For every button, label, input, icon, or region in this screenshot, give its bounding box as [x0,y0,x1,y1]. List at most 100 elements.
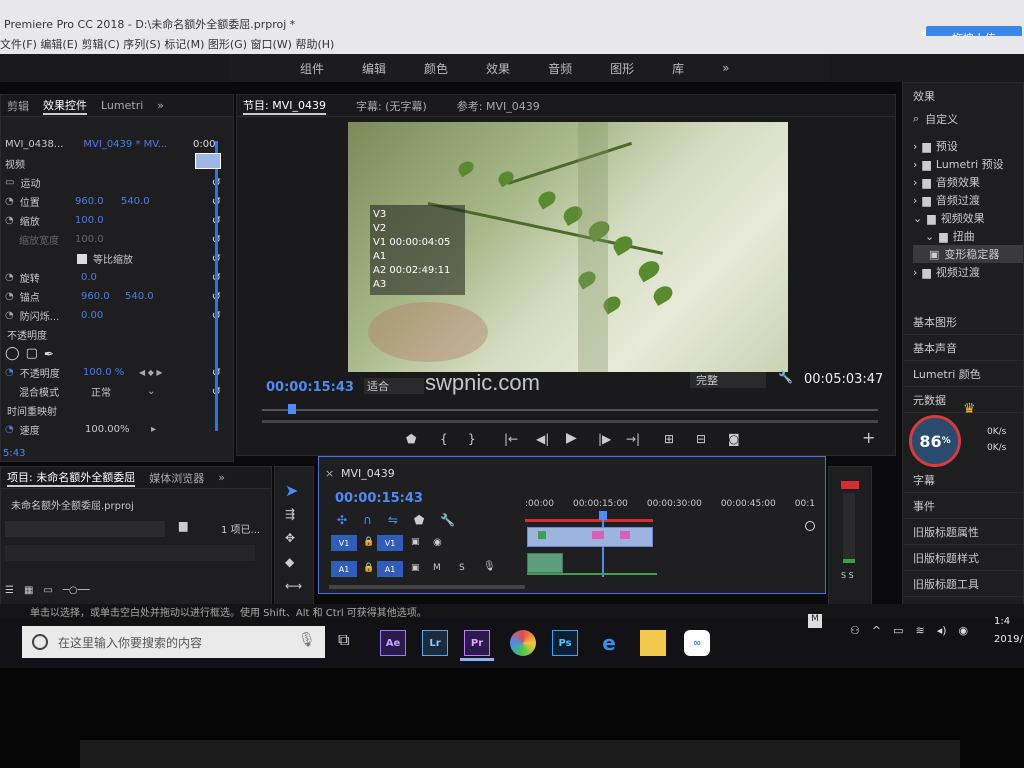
tree-item-lumetri-presets[interactable]: › ▆ Lumetri 预设 [913,155,1023,173]
ripple-edit-tool-icon[interactable]: ✥ [285,531,295,545]
section-legacy-title-tools[interactable]: 旧版标题工具 [903,571,1024,597]
tree-item-video-effects[interactable]: ⌄ ▆ 视频效果 [913,209,1023,227]
baidu-netdisk-icon[interactable]: ∞ [684,630,710,656]
pen-mask-icon[interactable]: ✒ [44,347,54,361]
scale-value[interactable]: 100.0 [75,215,104,226]
lock-icon[interactable]: 🔒 [363,563,374,573]
track-select-tool-icon[interactable]: ⇶ [285,507,295,521]
eye-icon[interactable]: ◉ [433,537,442,548]
stopwatch-icon[interactable]: ◔ [5,291,14,302]
motion-row[interactable]: ▭ 运动 ↺ [1,173,233,192]
microphone-icon[interactable]: 🎙 [483,561,496,572]
freeform-view-icon[interactable]: ▭ [43,585,52,596]
tree-item-audio-transitions[interactable]: › ▆ 音频过渡 [913,191,1023,209]
stopwatch-icon[interactable]: ◔ [5,196,14,207]
blend-dropdown[interactable]: 正常 [91,384,111,399]
sync-lock-icon[interactable]: ▣ [411,563,420,573]
people-icon[interactable]: ⚇ [850,624,860,637]
network-gauge[interactable]: 86% [909,415,961,467]
stopwatch-active-icon[interactable]: ◔ [5,367,14,378]
mark-in-icon[interactable]: { [440,432,448,446]
sync-lock-icon[interactable]: ▣ [411,537,420,547]
clock-date[interactable]: 2019/ [994,634,1023,645]
opacity-value[interactable]: 100.0 % [83,367,124,378]
program-playhead[interactable] [288,404,296,414]
fit-dropdown[interactable]: 适合 [364,378,424,394]
taskbar-search-input[interactable]: 在这里输入你要搜索的内容 [22,626,325,658]
microphone-icon[interactable]: 🎙 [298,632,316,648]
nest-icon[interactable]: ✣ [337,513,347,527]
program-zoom-bar[interactable] [262,420,878,423]
timeline-settings-icon[interactable]: 🔧 [440,513,455,527]
lightroom-icon[interactable]: Lr [422,630,448,656]
tab-more[interactable]: » [157,99,164,112]
stopwatch-icon[interactable]: ◔ [5,215,14,226]
workspace-libraries[interactable]: 库 [672,60,684,77]
clock-time[interactable]: 1:4 [994,616,1010,627]
v1-source-patch[interactable]: V1 [331,535,357,551]
section-essential-graphics[interactable]: 基本图形 [903,309,1023,335]
a1-track-target[interactable]: A1 [377,561,403,577]
tab-project[interactable]: 项目: 未命名额外全额委屈 [7,469,136,487]
workspace-graphics[interactable]: 图形 [610,60,634,77]
folder-icon[interactable]: ▆ [179,519,187,532]
video-clip[interactable] [527,527,653,547]
timeline-timecode[interactable]: 00:00:15:43 [335,491,423,506]
mute-icon[interactable]: M [433,563,441,573]
timeline-h-scroll[interactable] [329,585,525,589]
tree-item-distort[interactable]: ⌄ ▆ 扭曲 [913,227,1023,245]
clip-seq-dropdown[interactable]: MVI_0439 * MV... [83,139,167,150]
go-to-in-icon[interactable]: |← [504,432,518,446]
menu-file[interactable]: 文件(F) [0,38,37,51]
menu-clip[interactable]: 剪辑(C) [81,38,119,51]
workspace-assembly[interactable]: 组件 [300,60,324,77]
stopwatch-active-icon[interactable]: ◔ [5,424,14,435]
mark-out-icon[interactable]: } [468,432,476,446]
workspace-audio[interactable]: 音频 [548,60,572,77]
add-marker-icon[interactable]: ⬟ [414,513,424,527]
volume-icon[interactable]: ◂) [937,624,947,637]
workspace-editing[interactable]: 编辑 [362,60,386,77]
workspace-effects[interactable]: 效果 [486,60,510,77]
add-button-icon[interactable]: + [862,428,875,447]
photoshop-icon[interactable]: Ps [552,630,578,656]
stopwatch-icon[interactable]: ◔ [5,310,14,321]
list-view-icon[interactable]: ☰ [5,585,14,596]
anchor-y-value[interactable]: 540.0 [125,291,154,302]
tab-media-browser[interactable]: 媒体浏览器 [149,470,204,486]
icon-view-icon[interactable]: ▦ [24,585,33,596]
play-icon[interactable]: ▶ [566,430,577,446]
anchor-x-value[interactable]: 960.0 [81,291,110,302]
task-view-icon[interactable]: ⧉ [338,630,349,650]
keyframe-nav-icon[interactable]: ◀ ◆ ▶ [139,368,163,377]
position-y-value[interactable]: 540.0 [121,196,150,207]
work-area-bar[interactable] [525,519,653,522]
section-lumetri-color[interactable]: Lumetri 颜色 [903,361,1023,387]
section-legacy-title-properties[interactable]: 旧版标题属性 [903,519,1024,545]
flicker-value[interactable]: 0.00 [81,310,103,321]
extract-icon[interactable]: ⊟ [696,432,706,446]
section-captions[interactable]: 字幕 [903,467,1024,493]
edge-icon[interactable]: e [596,630,622,656]
battery-icon[interactable]: ▭ [893,624,903,637]
ellipse-mask-icon[interactable]: ◯ [5,346,20,361]
position-x-value[interactable]: 960.0 [75,196,104,207]
davinci-icon[interactable] [510,630,536,656]
quality-dropdown[interactable]: 完整 [690,372,766,388]
menu-sequence[interactable]: 序列(S) [123,38,161,51]
workspace-color[interactable]: 颜色 [424,60,448,77]
effects-search-input[interactable]: 自定义 [925,111,958,127]
track-scroll-handle[interactable] [805,521,815,531]
tab-source[interactable]: 剪辑 [7,98,29,114]
v1-track-target[interactable]: V1 [377,535,403,551]
solo-icon[interactable]: S [459,563,465,573]
rotation-value[interactable]: 0.0 [81,272,97,283]
menu-help[interactable]: 帮助(H) [295,38,334,51]
cortana-icon[interactable] [32,634,48,650]
premiere-icon[interactable]: Pr [464,630,490,656]
uniform-scale-checkbox[interactable] [77,253,87,264]
tab-effect-controls[interactable]: 效果控件 [43,97,87,115]
after-effects-icon[interactable]: Ae [380,630,406,656]
workspace-more[interactable]: » [722,61,729,75]
a1-source-patch[interactable]: A1 [331,561,357,577]
